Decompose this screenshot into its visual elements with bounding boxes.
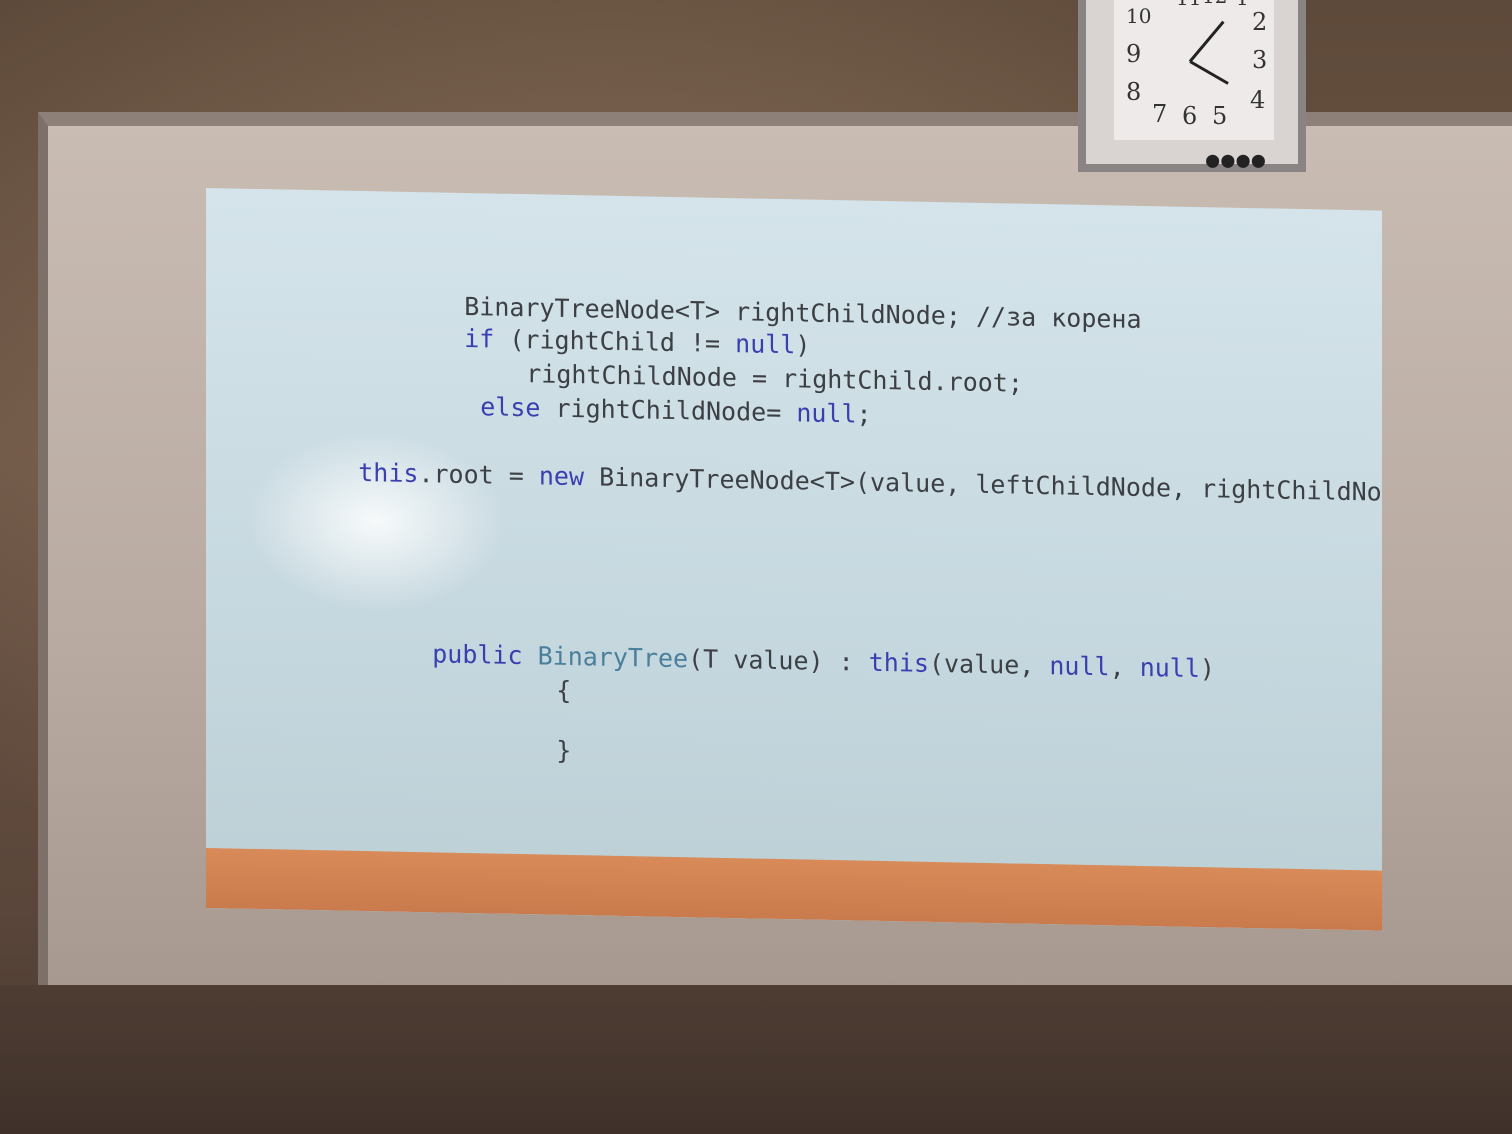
lower-wall — [0, 985, 1512, 1134]
clock-number: 2 — [1252, 8, 1268, 36]
code-text: rightChildNode= — [540, 393, 797, 428]
code-text: .root = — [418, 459, 539, 491]
keyword-new: new — [538, 461, 585, 492]
keyword-null: null — [1049, 651, 1110, 682]
code-text: (value, — [928, 648, 1050, 681]
clock-number: 3 — [1252, 46, 1268, 74]
clock-number: 11 — [1176, 0, 1201, 10]
keyword-else: else — [480, 392, 541, 423]
clock-hour-hand — [1189, 60, 1229, 85]
clock-number: 6 — [1182, 102, 1198, 130]
keyword-this: this — [868, 647, 929, 678]
clock-number: 1 — [1236, 0, 1249, 10]
clock-number: 5 — [1212, 102, 1228, 130]
keyword-null: null — [1139, 652, 1200, 684]
clock-number: 7 — [1152, 100, 1168, 128]
keyword-this: this — [358, 457, 419, 489]
keyword-null: null — [796, 398, 857, 429]
code-text: (T value) : — [688, 644, 869, 677]
clock-number: 8 — [1126, 78, 1142, 106]
clock-number: 4 — [1250, 86, 1266, 114]
clock-dots: ●●●● — [1206, 148, 1267, 173]
clock-number: 10 — [1126, 4, 1152, 28]
clock-minute-hand — [1188, 20, 1225, 63]
projected-slide: BinaryTreeNode<T> rightChildNode; //за к… — [206, 188, 1382, 931]
clock-number: 12 — [1202, 0, 1227, 8]
code-brace-close: } — [496, 706, 571, 794]
wall-clock: 10 11 12 1 2 9 3 8 4 7 6 5 ●●●● — [1078, 0, 1306, 173]
clock-number: 9 — [1126, 40, 1142, 68]
code-text: , — [1109, 652, 1140, 682]
code-text: } — [556, 735, 572, 766]
code-text: { — [556, 675, 572, 706]
clock-face: 10 11 12 1 2 9 3 8 4 7 6 5 — [1114, 0, 1274, 140]
code-text: BinaryTreeNode<T>(value, leftChildNode, … — [584, 462, 1382, 508]
code-text: ; — [856, 399, 872, 429]
code-text: ) — [1199, 654, 1215, 684]
